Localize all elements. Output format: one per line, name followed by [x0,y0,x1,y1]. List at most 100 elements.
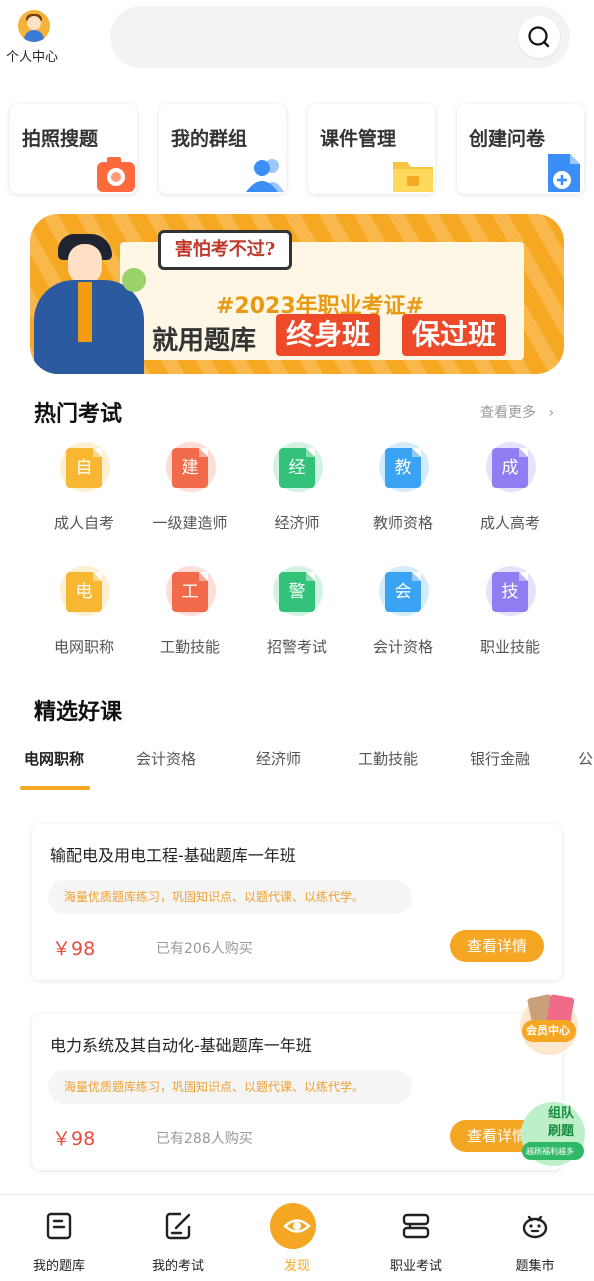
nav-career-exams[interactable]: 职业考试 [361,1195,471,1281]
quick-photo-search[interactable]: 拍照搜题 [10,104,137,194]
exam-icon: 自 [66,448,102,488]
tab-banking[interactable]: 银行金融 [470,748,530,769]
course-bought-count: 已有206人购买 [156,941,253,957]
presenter-tie [78,282,92,342]
microphone [122,268,146,292]
course-card[interactable]: 电力系统及其自动化-基础题库一年班 海量优质题库练习，巩固知识点、以题代课、以练… [32,1014,562,1170]
avatar[interactable] [18,10,50,42]
banner-bubble: 害怕考不过? [158,230,292,270]
exam-item[interactable]: 教教师资格 [353,442,453,552]
exam-icon: 经 [279,448,315,488]
exam-icon: 工 [172,572,208,612]
see-more-link[interactable]: 查看更多 › [480,402,554,422]
presenter-head [68,244,102,284]
exam-item[interactable]: 经经济师 [247,442,347,552]
header: 个人中心 [0,0,594,80]
exam-label: 成人高考 [479,514,540,532]
profile-label[interactable]: 个人中心 [6,46,58,65]
group-icon [246,159,284,192]
exam-label: 职业技能 [479,638,540,656]
exam-label: 一级建造师 [152,514,228,532]
course-bought-count: 已有288人购买 [156,1131,253,1147]
exam-icon: 教 [385,448,421,488]
book-icon [46,1212,72,1240]
banner-tag-lifetime: 终身班 [276,314,381,356]
hot-exams-title: 热门考试 [34,402,123,427]
exam-item[interactable]: 建一级建造师 [140,442,240,552]
exam-icon: 技 [492,572,528,612]
vip-center-label: 会员中心 [526,1024,570,1037]
exam-item[interactable]: 技职业技能 [460,566,560,676]
nav-label: 我的考试 [151,1259,204,1274]
team-line2: 刷题 [548,1124,575,1139]
avatar-face [27,16,41,30]
edit-icon [165,1212,191,1240]
quick-label: 创建问卷 [469,128,546,150]
courses-title: 精选好课 [34,700,123,725]
chevron-right-icon: › [548,405,555,421]
course-tabs: 电网职称 会计资格 经济师 工勤技能 银行金融 公 [0,740,594,792]
course-price: ￥98 [52,1128,96,1150]
course-description: 海量优质题库练习，巩固知识点、以题代课、以练代学。 [48,880,412,914]
nav-question-market[interactable]: 题集市 [480,1195,590,1281]
quick-my-group[interactable]: 我的群组 [159,104,286,194]
team-line3: 越刷福利越多 [526,1147,574,1156]
search-button[interactable] [518,16,560,58]
course-price: ￥98 [52,938,96,960]
exam-label: 电网职称 [53,638,114,656]
exam-icon: 警 [279,572,315,612]
course-description: 海量优质题库练习，巩固知识点、以题代课、以练代学。 [48,1070,412,1104]
team-line1: 组队 [548,1106,575,1121]
exam-item[interactable]: 电电网职称 [34,566,134,676]
nav-label: 职业考试 [389,1259,442,1274]
quick-create-survey[interactable]: 创建问卷 [457,104,584,194]
vip-center-badge[interactable]: 会员中心 [516,990,582,1056]
exam-item[interactable]: 成成人高考 [460,442,560,552]
nav-my-exams[interactable]: 我的考试 [123,1195,233,1281]
camera-icon [97,157,135,192]
exam-label: 工勤技能 [159,638,220,656]
exam-label: 教师资格 [372,514,433,532]
see-more-label: 查看更多 [480,405,536,421]
exam-item[interactable]: 自成人自考 [34,442,134,552]
tab-accounting[interactable]: 会计资格 [136,748,196,769]
course-card[interactable]: 输配电及用电工程-基础题库一年班 海量优质题库练习，巩固知识点、以题代课、以练代… [32,824,562,980]
quick-actions: 拍照搜题 我的群组 课件管理 创建问卷 [10,104,584,194]
exam-icon: 电 [66,572,102,612]
search-icon [528,26,550,48]
nav-my-question-bank[interactable]: 我的题库 [4,1195,114,1281]
view-details-button[interactable]: 查看详情 [450,930,544,962]
course-title: 输配电及用电工程-基础题库一年班 [50,846,296,865]
nav-label: 我的题库 [32,1259,85,1274]
tab-grid-title[interactable]: 电网职称 [24,748,84,769]
exam-label: 会计资格 [372,638,433,656]
stack-icon [402,1213,430,1239]
search-bar[interactable] [110,6,570,68]
exam-item[interactable]: 警招警考试 [247,566,347,676]
exam-label: 招警考试 [266,638,327,656]
tab-more-cut[interactable]: 公 [578,748,593,769]
quick-label: 我的群组 [171,128,248,150]
nav-label: 题集市 [515,1259,555,1274]
quick-label: 拍照搜题 [22,128,99,150]
eye-icon [283,1219,311,1233]
active-tab-indicator [20,786,90,790]
exam-icon: 成 [492,448,528,488]
nav-discover[interactable]: 发现 [242,1195,352,1281]
banner-slogan: 就用题库 [152,326,257,356]
exam-icon: 会 [385,572,421,612]
quick-courseware[interactable]: 课件管理 [308,104,435,194]
course-title: 电力系统及其自动化-基础题库一年班 [50,1036,312,1055]
bottom-nav: 我的题库 我的考试 发现 职业考试 题集市 [0,1194,594,1280]
piggy-icon [522,1215,548,1239]
avatar-body [24,30,44,42]
tab-trade-skills[interactable]: 工勤技能 [358,748,418,769]
exam-item[interactable]: 会会计资格 [353,566,453,676]
exam-label: 经济师 [274,514,320,532]
exam-label: 成人自考 [53,514,114,532]
tab-economist[interactable]: 经济师 [256,748,301,769]
folder-icon [393,162,433,192]
team-practice-badge[interactable]: 组队 刷题 越刷福利越多 [518,1096,588,1168]
promo-banner[interactable]: 害怕考不过? #2023年职业考证# 就用题库 终身班 保过班 [30,214,564,374]
exam-item[interactable]: 工工勤技能 [140,566,240,676]
